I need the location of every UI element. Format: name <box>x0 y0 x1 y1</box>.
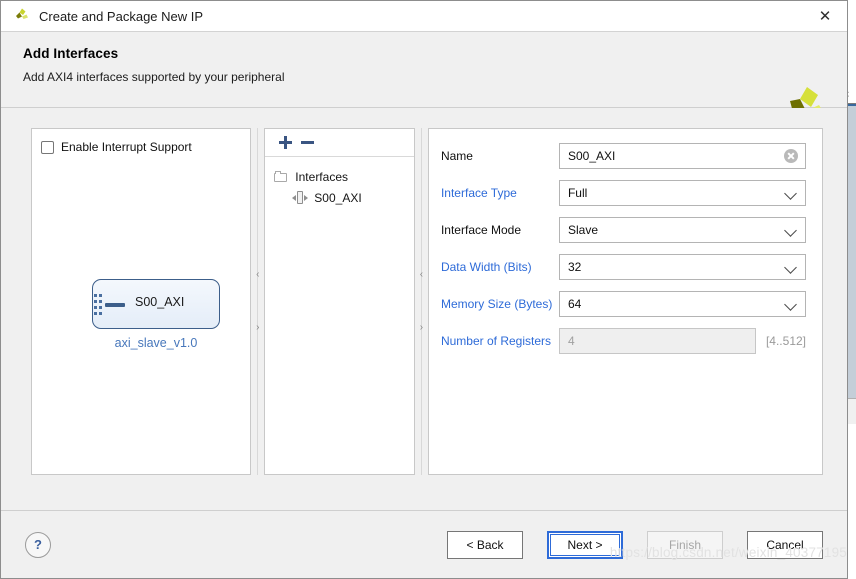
dialog-content: Enable Interrupt Support S00_AXI axi_sla… <box>1 108 847 510</box>
tree-node-interfaces[interactable]: Interfaces <box>265 166 414 187</box>
close-icon[interactable]: ✕ <box>803 1 847 31</box>
vivado-icon <box>13 7 31 25</box>
splitter-right[interactable]: ‹ › <box>415 128 428 475</box>
form-row-interface-type: Interface Type Full <box>441 180 806 206</box>
help-button[interactable]: ? <box>25 531 51 558</box>
tree-node-label: S00_AXI <box>314 190 362 205</box>
name-label: Name <box>440 149 473 163</box>
splitter-bar <box>257 128 259 475</box>
form-row-memory-size: Memory Size (Bytes) 64 <box>441 291 806 317</box>
interface-mode-label: Interface Mode <box>440 223 522 237</box>
chevron-down-icon <box>784 298 797 311</box>
page-title: Add Interfaces <box>23 46 119 61</box>
form-row-number-of-registers: Number of Registers 4 [4..512] <box>441 328 806 354</box>
interface-mode-select[interactable]: Slave <box>558 217 806 243</box>
chevron-down-icon <box>784 224 797 237</box>
interface-mode-value: Slave <box>567 223 598 237</box>
finish-button: Finish <box>647 530 723 559</box>
interfaces-tree: Interfaces S00_AXI <box>265 157 414 208</box>
form-row-data-width: Data Width (Bits) 32 <box>441 254 806 280</box>
cancel-button[interactable]: Cancel <box>747 530 823 559</box>
form-row-interface-mode: Interface Mode Slave <box>441 217 806 243</box>
memory-size-select[interactable]: 64 <box>558 291 806 317</box>
data-width-label[interactable]: Data Width (Bits) <box>441 260 559 274</box>
enable-interrupt-support-label: Enable Interrupt Support <box>61 140 192 154</box>
tree-node-label: Interfaces <box>295 169 348 184</box>
next-button[interactable]: Next > <box>547 530 623 559</box>
number-of-registers-range-hint: [4..512] <box>765 334 806 348</box>
chevron-left-icon[interactable]: ‹ <box>416 270 427 280</box>
clear-icon[interactable] <box>784 149 798 163</box>
interface-properties-form: Name S00_AXI Interface Type Full Interfa… <box>429 129 822 354</box>
dialog-title: Create and Package New IP <box>39 8 204 24</box>
ip-block-port-label: S00_AXI <box>135 295 185 309</box>
ip-block-diagram: S00_AXI axi_slave_v1.0 <box>78 279 228 350</box>
splitter-bar <box>420 128 422 475</box>
name-input[interactable]: S00_AXI <box>558 143 806 169</box>
folder-icon <box>274 170 288 183</box>
chevron-right-icon[interactable]: › <box>252 323 263 333</box>
dialog-titlebar: Create and Package New IP ✕ <box>1 1 847 32</box>
number-of-registers-label[interactable]: Number of Registers <box>441 334 559 348</box>
number-of-registers-value: 4 <box>567 334 575 348</box>
interface-properties-panel: Name S00_AXI Interface Type Full Interfa… <box>427 128 823 475</box>
dialog-header: Add Interfaces Add AXI4 interfaces suppo… <box>1 32 847 120</box>
create-package-new-ip-dialog: Create and Package New IP ✕ Add Interfac… <box>0 0 848 579</box>
chevron-down-icon <box>784 187 797 200</box>
tree-toolbar <box>265 129 414 157</box>
bus-port-connector-icon <box>105 303 125 307</box>
enable-interrupt-support-row[interactable]: Enable Interrupt Support <box>32 129 250 154</box>
bus-interface-icon <box>292 191 309 204</box>
ip-block-caption: axi_slave_v1.0 <box>114 336 198 350</box>
data-width-select[interactable]: 32 <box>558 254 806 280</box>
dialog-footer: ? < Back Next > Finish Cancel https://bl… <box>1 510 847 578</box>
memory-size-value: 64 <box>567 297 582 311</box>
interfaces-tree-panel: Interfaces S00_AXI <box>264 128 415 475</box>
page-subtitle: Add AXI4 interfaces supported by your pe… <box>23 70 285 84</box>
chevron-down-icon <box>784 261 797 274</box>
data-width-value: 32 <box>567 260 582 274</box>
splitter-left[interactable]: ‹ › <box>251 128 264 475</box>
minus-icon[interactable] <box>297 132 319 154</box>
chevron-right-icon[interactable]: › <box>416 323 427 333</box>
interface-type-label[interactable]: Interface Type <box>441 186 559 200</box>
form-row-name: Name S00_AXI <box>441 143 806 169</box>
back-button[interactable]: < Back <box>447 530 523 559</box>
plus-icon[interactable] <box>275 132 297 154</box>
name-value: S00_AXI <box>567 149 616 163</box>
tree-node-s00-axi[interactable]: S00_AXI <box>265 187 414 208</box>
chevron-left-icon[interactable]: ‹ <box>252 270 263 280</box>
interface-type-value: Full <box>567 186 588 200</box>
number-of-registers-input: 4 <box>558 328 756 354</box>
enable-interrupt-support-checkbox[interactable] <box>41 140 54 154</box>
memory-size-label[interactable]: Memory Size (Bytes) <box>441 297 559 311</box>
ip-block-s00-axi[interactable]: S00_AXI <box>92 279 220 329</box>
interface-preview-panel: Enable Interrupt Support S00_AXI axi_sla… <box>31 128 252 475</box>
interface-type-select[interactable]: Full <box>558 180 806 206</box>
